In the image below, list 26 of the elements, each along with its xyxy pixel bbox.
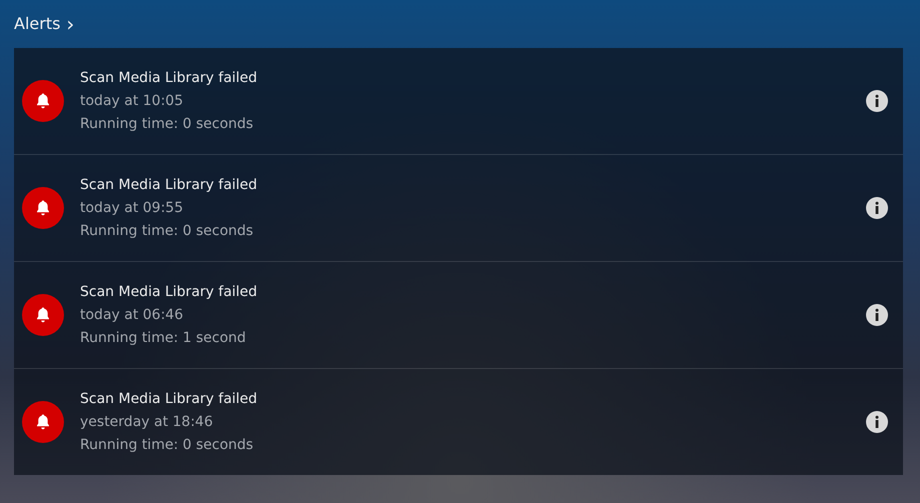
alert-running-time: Running time: 0 seconds bbox=[80, 223, 254, 239]
alert-time: yesterday at 18:46 bbox=[80, 414, 214, 430]
alert-running-time: Running time: 1 second bbox=[80, 330, 247, 346]
info-icon[interactable] bbox=[866, 304, 888, 326]
alert-item[interactable]: Scan Media Library failed today at 10:05 Running time: 0 seconds bbox=[14, 48, 903, 155]
info-icon[interactable] bbox=[866, 197, 888, 219]
alert-title: Scan Media Library failed bbox=[80, 284, 258, 300]
alert-item[interactable]: Scan Media Library failed yesterday at 18:46 Running time: 0 seconds bbox=[14, 369, 903, 475]
bell-icon bbox=[22, 401, 64, 443]
bell-icon bbox=[22, 187, 64, 229]
alert-title: Scan Media Library failed bbox=[80, 391, 258, 407]
alert-time: today at 06:46 bbox=[80, 307, 184, 323]
info-icon[interactable] bbox=[866, 90, 888, 112]
bell-icon bbox=[22, 294, 64, 336]
alert-time: today at 10:05 bbox=[80, 93, 184, 109]
alert-title: Scan Media Library failed bbox=[80, 70, 258, 86]
alert-running-time: Running time: 0 seconds bbox=[80, 437, 254, 453]
alert-running-time: Running time: 0 seconds bbox=[80, 116, 254, 132]
alert-title: Scan Media Library failed bbox=[80, 177, 258, 193]
alert-time: today at 09:55 bbox=[80, 200, 184, 216]
alert-item[interactable]: Scan Media Library failed today at 09:55 Running time: 0 seconds bbox=[14, 155, 903, 262]
bell-icon bbox=[22, 80, 64, 122]
chevron-icon: › bbox=[66, 16, 74, 32]
alert-item[interactable]: Scan Media Library failed today at 06:46 Running time: 1 second bbox=[14, 262, 903, 369]
info-icon[interactable] bbox=[866, 411, 888, 433]
alerts-link[interactable]: Alerts › bbox=[14, 12, 74, 35]
